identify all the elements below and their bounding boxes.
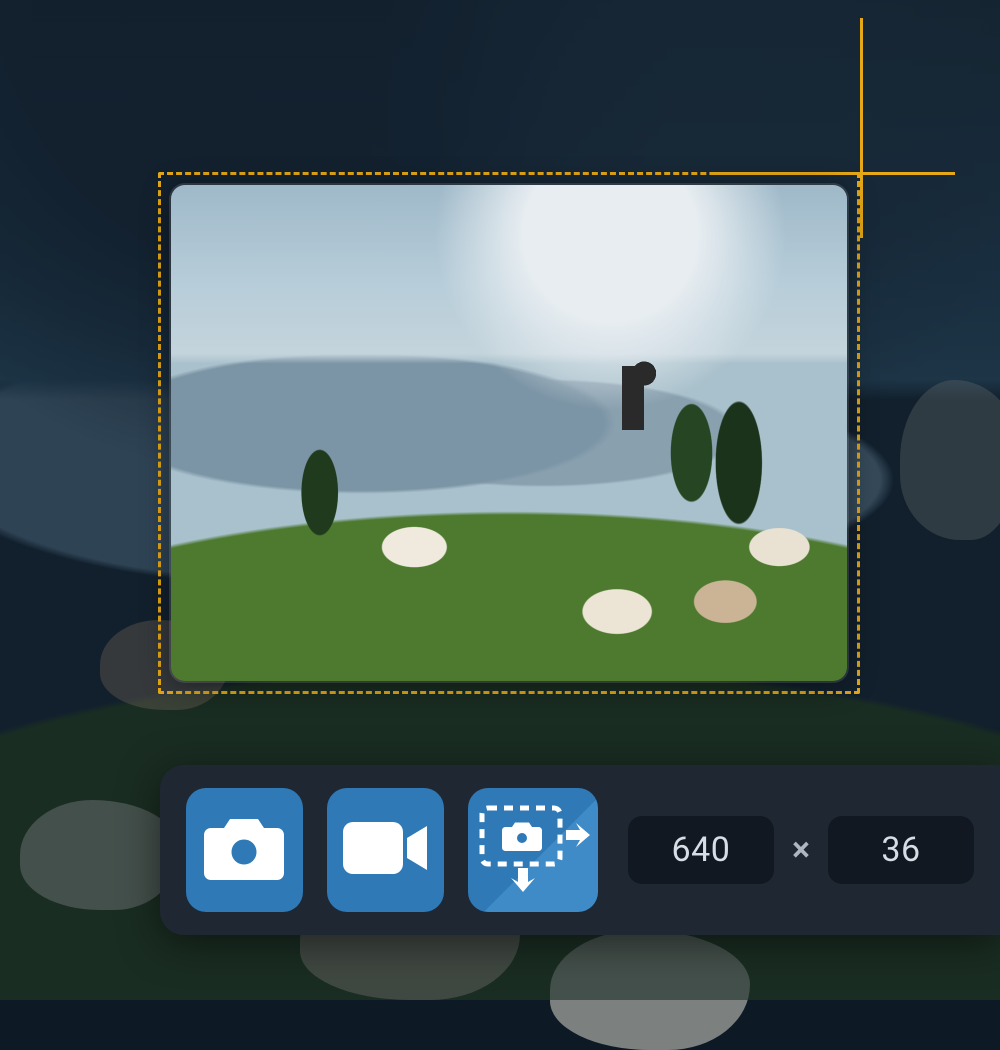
record-button[interactable] (327, 788, 444, 912)
capture-selection[interactable] (158, 172, 860, 694)
capture-height-input[interactable] (828, 816, 974, 884)
scene-goat-shape (900, 380, 1000, 540)
dimensions-multiply-icon: × (792, 830, 810, 870)
capture-dimensions: × (628, 816, 974, 884)
scene-goat-shape (20, 800, 180, 910)
capture-width-input[interactable] (628, 816, 774, 884)
video-icon (339, 818, 431, 882)
capture-shift-icon (468, 794, 598, 906)
crosshair-vertical (860, 18, 863, 238)
screenshot-button[interactable] (186, 788, 303, 912)
capture-preview-window (171, 185, 847, 681)
capture-toolbar: × (160, 765, 1000, 935)
scene-goat-shape (550, 930, 750, 1050)
camera-icon (200, 814, 288, 886)
capture-and-save-button[interactable] (468, 788, 598, 912)
